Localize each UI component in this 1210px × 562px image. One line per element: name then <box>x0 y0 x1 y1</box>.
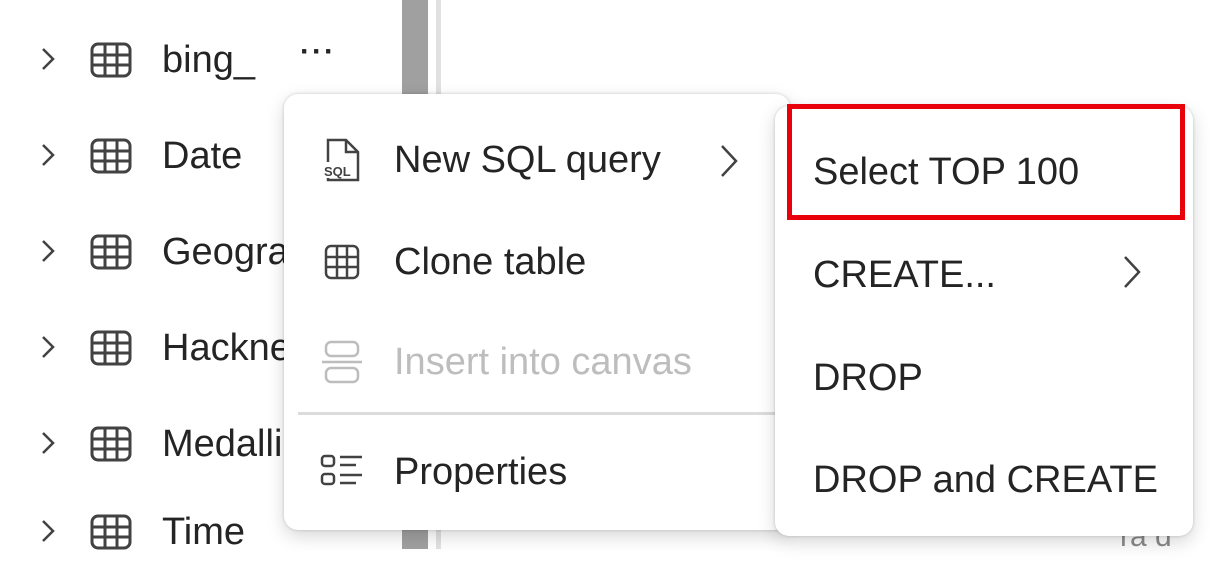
menu-item-label: Insert into canvas <box>394 341 692 383</box>
highlight-box <box>787 104 1185 220</box>
submenu-item-label: DROP <box>813 357 923 399</box>
submenu-item-drop[interactable]: DROP <box>775 334 1193 424</box>
chevron-right-icon[interactable] <box>38 428 58 458</box>
menu-item-label: Clone table <box>394 241 587 283</box>
chevron-right-icon[interactable] <box>38 332 58 362</box>
menu-separator <box>298 412 788 415</box>
table-icon <box>90 426 132 462</box>
table-icon <box>90 514 132 550</box>
submenu-item-drop-and-create[interactable]: DROP and CREATE <box>775 436 1193 526</box>
more-options-button[interactable]: ··· <box>294 32 342 72</box>
menu-item-clone-table[interactable]: Clone table <box>284 222 774 302</box>
sql-file-icon: SQL <box>322 138 360 182</box>
table-icon <box>90 138 132 174</box>
menu-item-properties[interactable]: Properties <box>284 432 774 512</box>
tree-item-bing[interactable]: bing_ ··· <box>0 30 402 90</box>
menu-item-label: Properties <box>394 451 568 493</box>
submenu-item-label: DROP and CREATE <box>813 459 1158 501</box>
svg-text:SQL: SQL <box>324 164 351 179</box>
properties-icon <box>320 454 362 486</box>
menu-item-new-sql-query[interactable]: SQL New SQL query <box>284 120 774 200</box>
table-icon <box>324 244 360 280</box>
table-icon <box>90 42 132 78</box>
submenu-item-create[interactable]: CREATE... <box>775 231 1193 321</box>
insert-canvas-icon <box>322 340 362 384</box>
tree-item-label: Date <box>162 135 243 177</box>
menu-item-label: New SQL query <box>394 139 661 181</box>
table-icon <box>90 234 132 270</box>
context-menu: SQL New SQL query Clone table Insert int… <box>284 94 790 530</box>
chevron-right-icon[interactable] <box>38 236 58 266</box>
table-icon <box>90 330 132 366</box>
chevron-right-icon[interactable] <box>38 140 58 170</box>
chevron-right-icon <box>1124 256 1141 288</box>
menu-item-insert-into-canvas: Insert into canvas <box>284 322 774 402</box>
chevron-right-icon[interactable] <box>38 516 58 546</box>
chevron-right-icon <box>721 145 738 177</box>
chevron-right-icon[interactable] <box>38 44 58 74</box>
submenu-item-label: CREATE... <box>813 254 996 296</box>
tree-item-label: Time <box>162 511 246 553</box>
tree-item-label: bing_ <box>162 39 255 81</box>
